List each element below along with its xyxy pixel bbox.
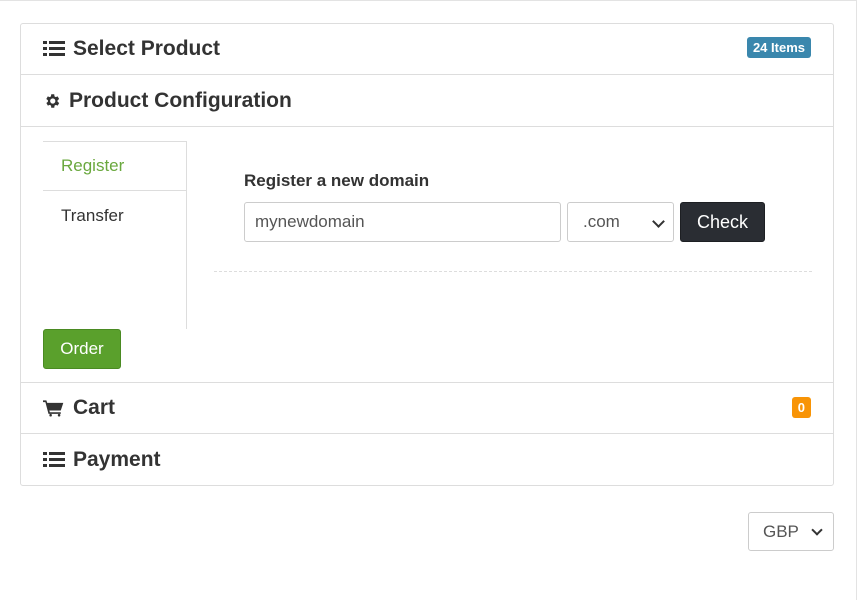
form-label: Register a new domain bbox=[244, 171, 430, 190]
currency-select[interactable]: GBP bbox=[748, 512, 834, 551]
order-button[interactable]: Order bbox=[43, 329, 121, 369]
section-cart[interactable]: Cart 0 bbox=[21, 383, 833, 434]
tab-transfer[interactable]: Transfer bbox=[43, 191, 186, 241]
currency-selected-value: GBP bbox=[763, 521, 799, 541]
section-title: Payment bbox=[73, 448, 161, 471]
tab-register[interactable]: Register bbox=[43, 141, 186, 191]
cart-icon bbox=[43, 400, 64, 417]
gear-icon bbox=[46, 93, 60, 108]
product-configuration-body: Register Transfer Register a new domain … bbox=[21, 127, 833, 383]
list-icon bbox=[43, 41, 65, 57]
chevron-down-icon bbox=[811, 524, 823, 536]
section-title: Select Product bbox=[73, 37, 221, 60]
list-icon bbox=[43, 452, 65, 468]
divider bbox=[214, 271, 812, 272]
section-product-configuration[interactable]: Product Configuration bbox=[21, 75, 833, 127]
section-title: Cart bbox=[73, 396, 116, 419]
chevron-down-icon bbox=[652, 215, 665, 228]
section-title: Product Configuration bbox=[69, 88, 292, 112]
section-payment[interactable]: Payment bbox=[21, 434, 833, 486]
section-select-product[interactable]: Select Product 24 Items bbox=[21, 24, 833, 75]
items-count-badge: 24 Items bbox=[746, 37, 811, 58]
order-panel: Select Product 24 Items Product Configur… bbox=[20, 23, 834, 486]
domain-input[interactable] bbox=[244, 202, 561, 242]
domain-tabs: Register Transfer bbox=[43, 141, 187, 329]
tld-select[interactable]: .com bbox=[567, 202, 674, 242]
tld-selected-value: .com bbox=[583, 212, 620, 231]
cart-count-badge: 0 bbox=[791, 397, 811, 418]
check-button[interactable]: Check bbox=[680, 202, 765, 242]
